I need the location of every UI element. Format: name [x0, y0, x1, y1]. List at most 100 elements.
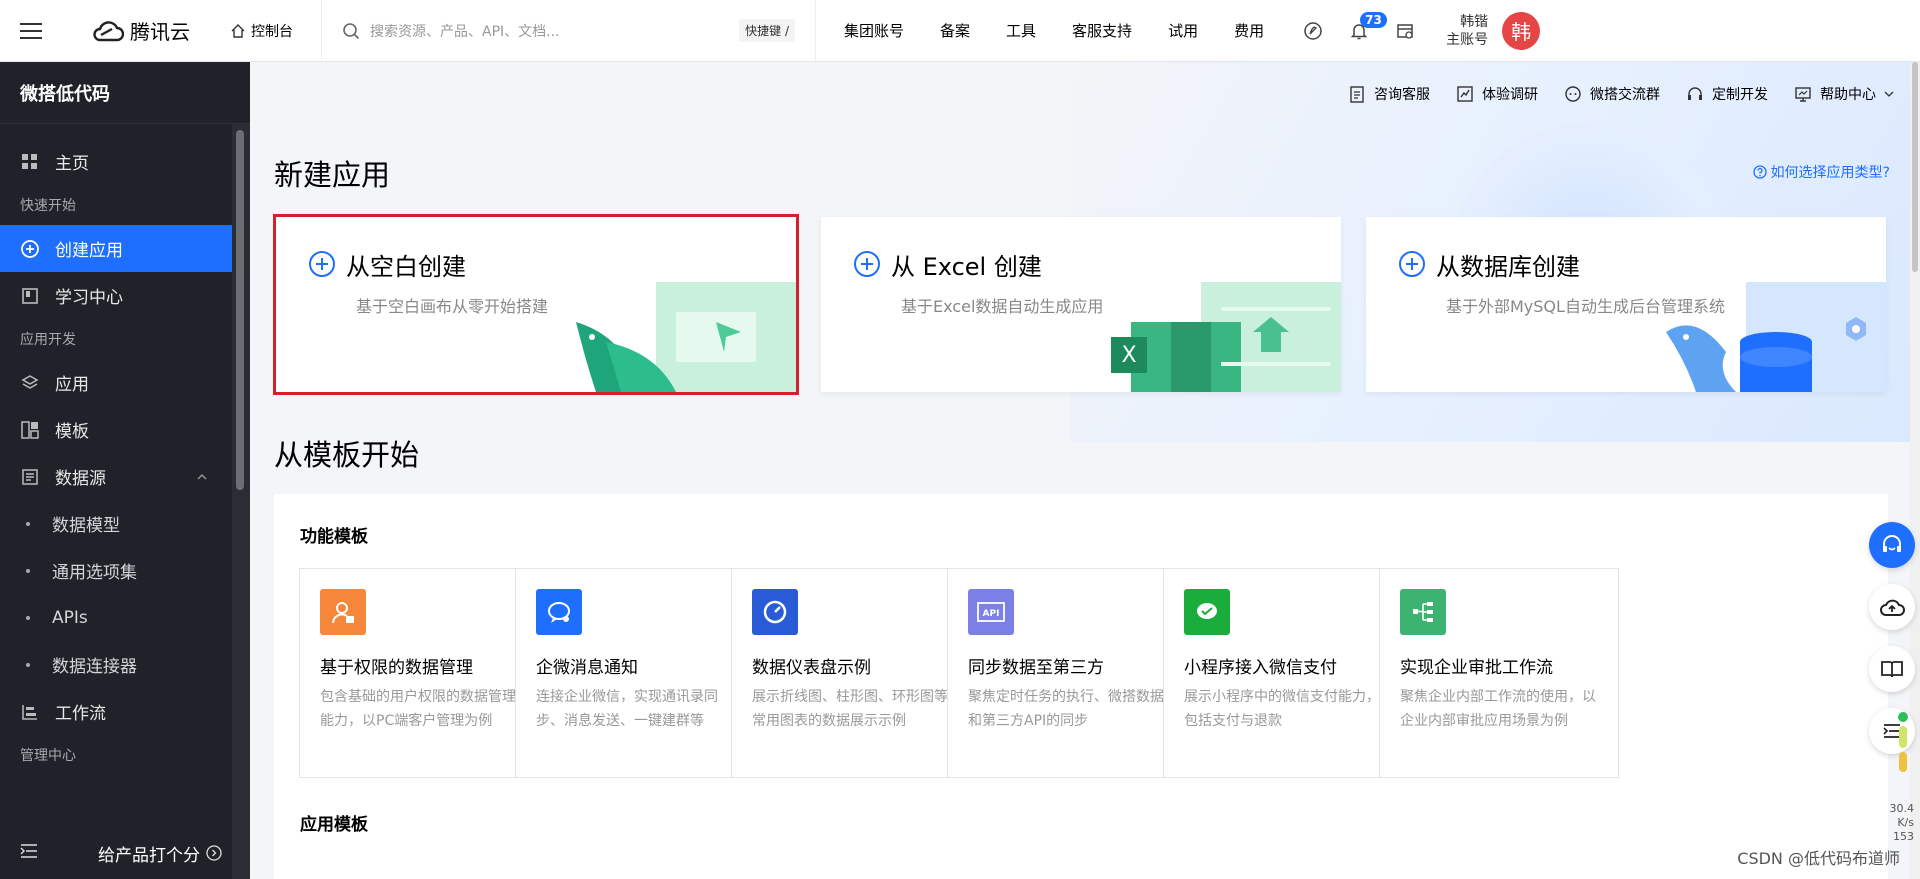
headset-icon [1688, 87, 1702, 100]
sidebar-item-create-app[interactable]: 创建应用 [0, 225, 232, 272]
collapse-menu-icon[interactable] [20, 843, 38, 864]
sidebar-footer: 给产品打个分 [0, 827, 250, 879]
ai-assistant-icon[interactable] [1290, 0, 1336, 62]
nav-support[interactable]: 客服支持 [1072, 20, 1132, 41]
survey-icon [1457, 86, 1473, 102]
sidebar-item-home[interactable]: 主页 [0, 138, 250, 185]
brand-name: 腾讯云 [130, 20, 190, 44]
bell-icon[interactable]: 73 [1336, 0, 1387, 62]
tencent-cloud-logo[interactable]: 腾讯云 [92, 16, 190, 45]
book-icon [20, 286, 40, 306]
database-illustration [1666, 282, 1886, 392]
home-icon [231, 23, 245, 38]
menu-icon[interactable] [0, 0, 62, 62]
user-role: 主账号 [1446, 31, 1489, 48]
help-center[interactable]: 帮助中心 [1794, 84, 1894, 104]
template-card-dashboard[interactable]: 数据仪表盘示例 展示折线图、柱形图、环形图等常用图表的数据展示示例 [731, 568, 971, 778]
main-scrollbar-thumb[interactable] [1912, 62, 1918, 272]
create-blank-card[interactable]: 从空白创建 基于空白画布从零开始搭建 [273, 214, 799, 395]
ticket-icon[interactable] [1382, 0, 1428, 62]
sidebar-sub-apis[interactable]: APIs [0, 594, 250, 641]
chevron-up-icon[interactable] [196, 468, 208, 488]
template-desc: 展示小程序中的微信支付能力，包括支付与退款 [1184, 689, 1380, 729]
blank-canvas-illustration [576, 282, 796, 392]
grid-icon [20, 152, 40, 172]
main-content: 咨询客服 体验调研 微搭交流群 定制开发 帮助中心 新建应用 如何选择应用类型?… [250, 62, 1920, 879]
console-link[interactable]: 控制台 [230, 21, 293, 41]
search-icon [343, 22, 360, 39]
nav-filing[interactable]: 备案 [940, 20, 970, 41]
sidebar-item-label: 主页 [55, 154, 89, 174]
watermark: CSDN @低代码布道师 [1737, 849, 1900, 868]
sidebar-sub-option-sets[interactable]: 通用选项集 [0, 547, 250, 594]
workflow-tree-icon [1400, 589, 1446, 635]
sidebar-sub-label: APIs [52, 607, 88, 628]
help-survey[interactable]: 体验调研 [1456, 84, 1538, 104]
app-type-help-link[interactable]: 如何选择应用类型? [1752, 162, 1890, 182]
speed-unit: K/s [1897, 816, 1914, 829]
bullet-icon [26, 521, 30, 526]
sidebar-group-manage: 管理中心 [20, 748, 76, 764]
rate-product-link[interactable]: 给产品打个分 [98, 841, 222, 866]
database-icon [20, 467, 40, 487]
nav-tools[interactable]: 工具 [1006, 20, 1036, 41]
user-name: 韩锴 [1460, 13, 1489, 30]
help-center-label: 帮助中心 [1820, 87, 1876, 103]
template-name: 数据仪表盘示例 [752, 658, 871, 678]
console-label: 控制台 [251, 23, 293, 40]
template-card-approval-workflow[interactable]: 实现企业审批工作流 聚焦企业内部工作流的使用，以企业内部审批应用场景为例 [1379, 568, 1619, 778]
card-title: 从空白创建 [346, 253, 466, 281]
sidebar-sub-label: 通用选项集 [52, 563, 137, 583]
svg-text:X: X [1121, 343, 1136, 368]
avatar[interactable]: 韩 [1502, 11, 1541, 50]
sidebar-title: 微搭低代码 [0, 62, 250, 124]
cloud-upload-icon[interactable] [1869, 584, 1915, 630]
sidebar-item-template[interactable]: 模板 [0, 406, 250, 453]
search-input[interactable]: 搜索资源、产品、API、文档... [370, 21, 739, 41]
nav-trial[interactable]: 试用 [1168, 20, 1198, 41]
create-from-database-card[interactable]: 从数据库创建 基于外部MySQL自动生成后台管理系统 [1366, 217, 1886, 392]
sidebar-item-workflow[interactable]: 工作流 [0, 688, 250, 735]
app-templates-title: 应用模板 [300, 815, 368, 835]
card-title: 从数据库创建 [1436, 253, 1580, 281]
speed-meter-icon [1898, 712, 1908, 772]
templates-panel: 功能模板 基于权限的数据管理 包含基础的用户权限的数据管理能力，以PC端客户管理… [274, 494, 1888, 879]
template-card-sync-third-party[interactable]: API 同步数据至第三方 聚焦定时任务的执行、微搭数据和第三方API的同步 [947, 568, 1187, 778]
help-custom-dev-label: 定制开发 [1712, 87, 1768, 103]
sidebar-item-label: 学习中心 [55, 288, 123, 308]
bullet-icon [26, 615, 30, 620]
gauge-icon [752, 589, 798, 635]
nav-billing[interactable]: 费用 [1234, 20, 1264, 41]
template-desc: 聚焦企业内部工作流的使用，以企业内部审批应用场景为例 [1400, 689, 1596, 729]
sidebar-sub-data-model[interactable]: 数据模型 [0, 500, 250, 547]
sidebar-item-learn[interactable]: 学习中心 [0, 272, 250, 319]
add-circle-icon [20, 239, 40, 259]
rate-label: 给产品打个分 [98, 845, 200, 866]
create-from-excel-card[interactable]: 从 Excel 创建 基于Excel数据自动生成应用 X [821, 217, 1341, 392]
sidebar-item-datasource[interactable]: 数据源 [0, 453, 250, 500]
sidebar-item-app[interactable]: 应用 [0, 359, 250, 406]
sidebar-item-label: 模板 [55, 422, 89, 442]
template-name: 小程序接入微信支付 [1184, 658, 1337, 678]
template-card-wechat-pay[interactable]: 小程序接入微信支付 展示小程序中的微信支付能力，包括支付与退款 [1163, 568, 1403, 778]
svg-text:API: API [983, 609, 1000, 619]
template-card-wecom-notify[interactable]: 企微消息通知 连接企业微信，实现通讯录同步、消息发送、一键建群等 [515, 568, 755, 778]
customer-service-icon[interactable] [1869, 522, 1915, 568]
user-info[interactable]: 韩锴 主账号 [1446, 13, 1488, 49]
monitor-icon [1795, 87, 1811, 102]
sidebar-sub-connectors[interactable]: 数据连接器 [0, 641, 250, 688]
app-type-help-label: 如何选择应用类型? [1770, 165, 1890, 181]
open-book-icon[interactable] [1869, 646, 1915, 692]
search-bar[interactable]: 搜索资源、产品、API、文档... 快捷键 / [321, 0, 816, 62]
hotkey-hint: 快捷键 / [739, 19, 795, 42]
network-speed-widget: 30.4 K/s 153 [1890, 712, 1914, 843]
help-custom-dev[interactable]: 定制开发 [1686, 84, 1768, 104]
help-community[interactable]: 微搭交流群 [1564, 84, 1660, 104]
help-consult[interactable]: 咨询客服 [1348, 84, 1430, 104]
new-app-heading: 新建应用 [274, 158, 391, 192]
help-bar: 咨询客服 体验调研 微搭交流群 定制开发 帮助中心 [1348, 84, 1894, 104]
template-card-permission-data[interactable]: 基于权限的数据管理 包含基础的用户权限的数据管理能力，以PC端客户管理为例 [299, 568, 539, 778]
top-nav: 集团账号 备案 工具 客服支持 试用 费用 [826, 20, 1282, 41]
nav-group-account[interactable]: 集团账号 [844, 20, 904, 41]
cloud-logo-icon [93, 20, 124, 41]
